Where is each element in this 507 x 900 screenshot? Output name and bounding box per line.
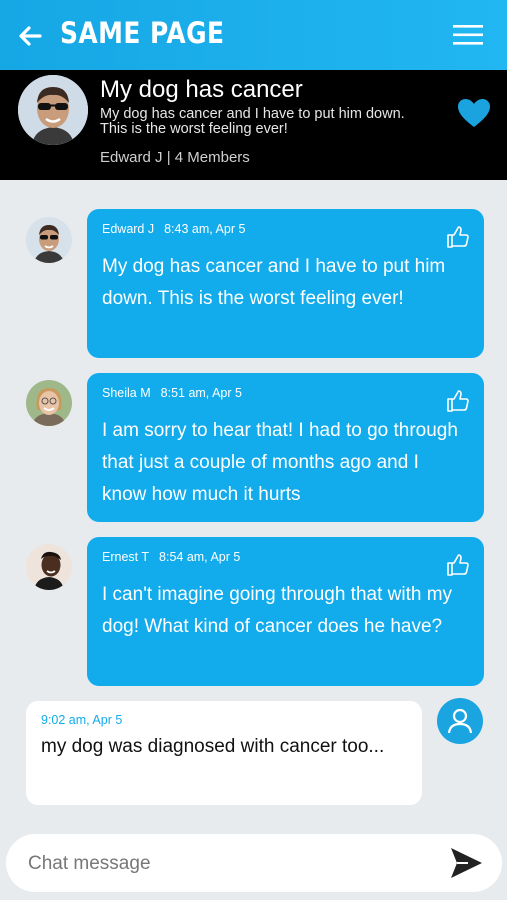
- user-icon: [439, 700, 481, 742]
- message-author: Sheila M: [102, 386, 151, 400]
- message-text: I am sorry to hear that! I had to go thr…: [102, 420, 458, 505]
- chat-composer: [6, 834, 502, 892]
- app-bar: SAME PAGE: [0, 0, 507, 70]
- arrow-left-icon[interactable]: [14, 20, 46, 52]
- message-text: I can't imagine going through that with …: [102, 584, 453, 637]
- avatar-sheila[interactable]: [26, 380, 72, 426]
- message-time: 8:54 am, Apr 5: [159, 550, 241, 564]
- group-title: My dog has cancer: [100, 76, 303, 103]
- group-avatar[interactable]: [18, 75, 88, 145]
- avatar-edward[interactable]: [26, 217, 72, 263]
- own-avatar[interactable]: [437, 698, 483, 744]
- message-text: My dog has cancer and I have to put him …: [102, 256, 446, 309]
- own-message-bubble: 9:02 am, Apr 5 my dog was diagnosed with…: [26, 701, 422, 805]
- message-author: Edward J: [102, 222, 155, 236]
- hamburger-menu-icon[interactable]: [451, 22, 485, 48]
- thumbs-up-icon[interactable]: [446, 553, 470, 577]
- group-meta: Edward J | 4 Members: [100, 149, 250, 166]
- heart-icon[interactable]: [456, 97, 492, 129]
- message-author: Ernest T: [102, 550, 150, 564]
- own-message-text: my dog was diagnosed with cancer too...: [41, 736, 385, 757]
- message-bubble: Sheila M 8:51 am, Apr 5 I am sorry to hea…: [87, 373, 484, 522]
- own-message-time: 9:02 am, Apr 5: [41, 713, 123, 727]
- message-time: 8:51 am, Apr 5: [160, 386, 242, 400]
- send-icon[interactable]: [448, 845, 484, 881]
- group-header: My dog has cancer My dog has cancer and …: [0, 70, 507, 180]
- avatar-ernest[interactable]: [26, 544, 72, 590]
- chat-message-input[interactable]: [26, 847, 430, 881]
- group-description: My dog has cancer and I have to put him …: [100, 107, 405, 137]
- message-bubble: Edward J 8:43 am, Apr 5 My dog has cancer…: [87, 209, 484, 358]
- thumbs-up-icon[interactable]: [446, 225, 470, 249]
- message-time: 8:43 am, Apr 5: [164, 222, 246, 236]
- message-bubble: Ernest T 8:54 am, Apr 5 I can't imagine g…: [87, 537, 484, 686]
- app-title: SAME PAGE: [60, 16, 225, 50]
- thumbs-up-icon[interactable]: [446, 389, 470, 413]
